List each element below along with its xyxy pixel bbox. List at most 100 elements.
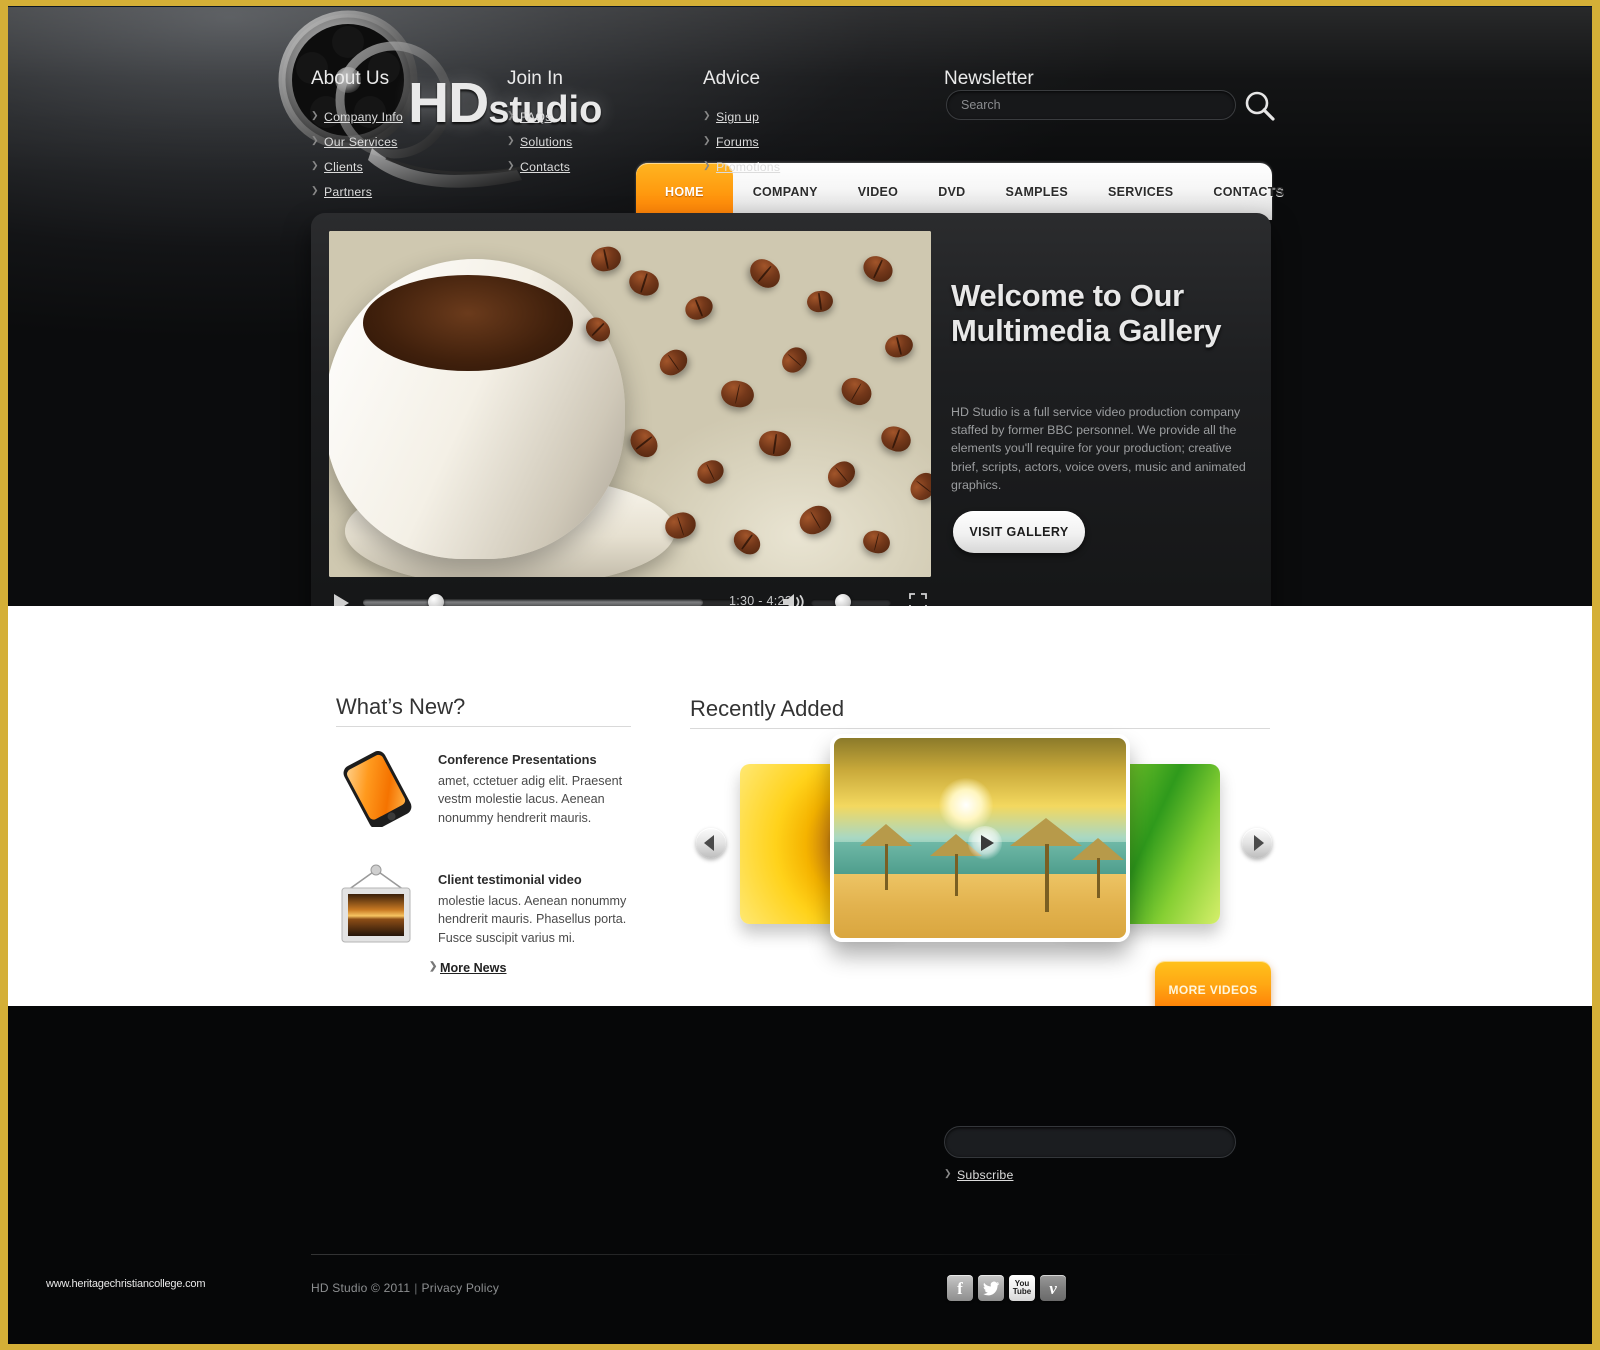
chevron-right-icon: ❯ xyxy=(703,135,711,145)
video-carousel xyxy=(690,734,1270,954)
footer-heading: Newsletter xyxy=(944,68,1034,89)
whats-new-rule xyxy=(336,726,631,727)
chevron-right-icon: ❯ xyxy=(311,110,319,120)
chevron-right-icon xyxy=(1254,835,1264,851)
news-item-body: molestie lacus. Aenean nonummy hendrerit… xyxy=(438,894,627,945)
recently-added-title: Recently Added xyxy=(690,696,845,721)
search-icon xyxy=(1245,91,1275,121)
footer-link-label: Partners xyxy=(324,185,373,199)
nav-item-dvd[interactable]: DVD xyxy=(918,163,985,220)
nav-item-contacts[interactable]: CONTACTS xyxy=(1193,163,1304,220)
player-heading: Welcome to Our Multimedia Gallery xyxy=(951,278,1222,348)
footer-link-partners[interactable]: ❯ Partners xyxy=(311,185,403,199)
chevron-right-icon: ❯ xyxy=(311,185,319,195)
footer-column-newsletter: Newsletter xyxy=(944,68,1034,110)
player-caption: Welcome to Our Multimedia Gallery HD Stu… xyxy=(951,213,1271,579)
chevron-right-icon: ❯ xyxy=(311,135,319,145)
site-footer xyxy=(8,1006,1592,1344)
twitter-bird xyxy=(982,1281,999,1295)
youtube-label: You Tube xyxy=(1012,1278,1032,1296)
news-item-title: Client testimonial video xyxy=(438,872,582,887)
footer-link-contacts[interactable]: ❯ Contacts xyxy=(507,160,572,174)
copyright-separator: | xyxy=(414,1281,418,1295)
header-sheen xyxy=(8,6,1592,176)
chevron-right-icon: ❯ xyxy=(507,160,515,170)
coffee-beans-image xyxy=(329,231,931,577)
footer-column-about-us: About Us ❯ Company Info ❯ Our Services ❯ Cl… xyxy=(311,68,403,210)
player-body-text: HD Studio is a full service video produc… xyxy=(951,405,1246,492)
footer-link-label: Forums xyxy=(716,135,759,149)
footer-link-label: Company Info xyxy=(324,110,403,124)
youtube-icon[interactable]: You Tube xyxy=(1009,1275,1035,1301)
social-links: f You Tube v xyxy=(947,1275,1066,1301)
site-header: HDstudio HOME COMPANY VIDEO DVD SAMPLES … xyxy=(8,6,1592,625)
newsletter-email-input[interactable] xyxy=(944,1126,1236,1158)
whats-new-title: What’s New? xyxy=(336,694,466,719)
mobile-phone-icon xyxy=(343,751,412,827)
carousel-prev-button[interactable] xyxy=(696,828,726,858)
copyright-bar: HD Studio © 2011 | Privacy Policy xyxy=(311,1281,499,1295)
footer-link-label: Promotions xyxy=(716,160,781,174)
nav-item-video[interactable]: VIDEO xyxy=(838,163,918,220)
nav-item-samples[interactable]: SAMPLES xyxy=(985,163,1088,220)
chevron-left-icon xyxy=(704,835,714,851)
sun-glow xyxy=(939,778,994,832)
chevron-right-icon: ❯ xyxy=(703,160,711,170)
footer-link-faqs[interactable]: ❯ FAQs xyxy=(507,110,572,124)
footer-link-label: FAQs xyxy=(520,110,552,124)
chevron-right-icon: ❯ xyxy=(507,110,515,120)
recently-added-rule xyxy=(690,728,1270,729)
video-screen[interactable] xyxy=(329,231,931,577)
footer-link-promotions[interactable]: ❯ Promotions xyxy=(703,160,780,174)
footer-link-our-services[interactable]: ❯ Our Services xyxy=(311,135,403,149)
chevron-right-icon: ❯ xyxy=(429,961,438,972)
chevron-right-icon: ❯ xyxy=(703,110,711,120)
news-item-body: amet, cctetuer adig elit. Praesent vestm… xyxy=(438,774,623,825)
nav-item-services[interactable]: SERVICES xyxy=(1088,163,1193,220)
footer-link-label: Contacts xyxy=(520,160,571,174)
page-root: HDstudio HOME COMPANY VIDEO DVD SAMPLES … xyxy=(8,6,1592,1344)
carousel-next-button[interactable] xyxy=(1242,828,1272,858)
coffee-cup-shape xyxy=(329,259,625,559)
video-player: Welcome to Our Multimedia Gallery HD Stu… xyxy=(311,213,1271,625)
chevron-right-icon: ❯ xyxy=(507,135,515,145)
footer-link-label: Our Services xyxy=(324,135,398,149)
news-item-1[interactable]: Conference Presentations amet, cctetuer … xyxy=(438,752,628,827)
footer-link-company-info[interactable]: ❯ Company Info xyxy=(311,110,403,124)
twitter-icon[interactable] xyxy=(978,1275,1004,1301)
subscribe-label: Subscribe xyxy=(957,1168,1014,1182)
news-item-2[interactable]: Client testimonial video molestie lacus.… xyxy=(438,872,628,947)
brand-name-bold: HD xyxy=(408,71,489,135)
more-news-link[interactable]: ❯ More News xyxy=(429,961,507,975)
visit-gallery-button[interactable]: VISIT GALLERY xyxy=(953,511,1085,553)
footer-link-solutions[interactable]: ❯ Solutions xyxy=(507,135,572,149)
privacy-policy-link[interactable]: Privacy Policy xyxy=(422,1281,499,1295)
search-button[interactable] xyxy=(1242,88,1278,124)
footer-link-label: Solutions xyxy=(520,135,573,149)
volume-track[interactable] xyxy=(811,599,891,606)
footer-divider xyxy=(311,1254,1271,1255)
chevron-right-icon: ❯ xyxy=(944,1168,952,1178)
footer-link-label: Clients xyxy=(324,160,363,174)
seek-progress xyxy=(363,599,703,606)
footer-link-label: Sign up xyxy=(716,110,760,124)
facebook-icon[interactable]: f xyxy=(947,1275,973,1301)
brand-logo[interactable]: HDstudio xyxy=(408,70,602,136)
footer-link-clients[interactable]: ❯ Clients xyxy=(311,160,403,174)
news-item-title: Conference Presentations xyxy=(438,752,597,767)
more-news-label: More News xyxy=(440,961,507,975)
sand-shape xyxy=(834,874,1126,938)
chevron-right-icon: ❯ xyxy=(311,160,319,170)
footer-link-forums[interactable]: ❯ Forums xyxy=(703,135,780,149)
carousel-play-icon[interactable] xyxy=(968,826,1002,860)
footer-heading: Advice xyxy=(703,68,761,89)
footer-link-sign-up[interactable]: ❯ Sign up xyxy=(703,110,780,124)
picture-frame-icon xyxy=(341,864,411,943)
vimeo-icon[interactable]: v xyxy=(1040,1275,1066,1301)
footer-column-join-in: Join In ❯ FAQs ❯ Solutions ❯ Contacts xyxy=(507,68,572,185)
watermark-text: www.heritagechristiancollege.com xyxy=(46,1278,206,1290)
footer-heading: About Us xyxy=(311,68,390,89)
newsletter-subscribe-link[interactable]: ❯ Subscribe xyxy=(944,1168,1013,1182)
copyright-text: HD Studio © 2011 xyxy=(311,1281,411,1295)
footer-column-advice: Advice ❯ Sign up ❯ Forums ❯ Promotions xyxy=(703,68,780,185)
